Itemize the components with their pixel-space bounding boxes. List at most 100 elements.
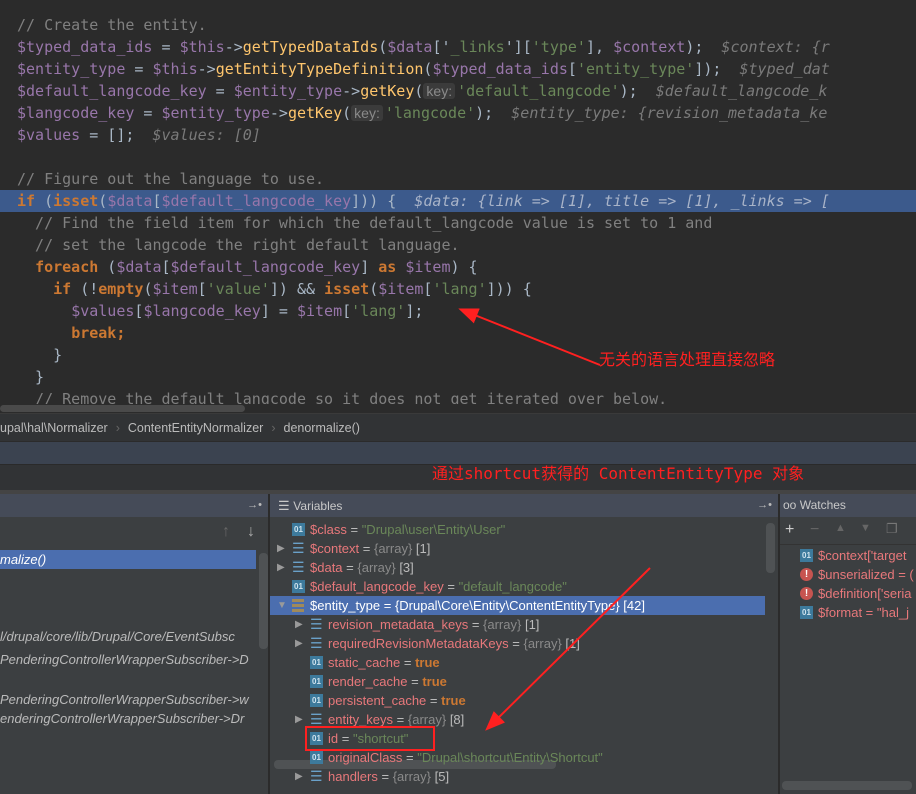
watch-row[interactable]: 01 $context['target [780,546,916,565]
remove-icon[interactable]: − [810,521,819,539]
code-token: $item [296,302,343,320]
equals: = [346,522,362,537]
variable-row[interactable]: 01 originalClass = "Drupal\shortcut\Entit… [270,748,765,767]
code-editor[interactable]: // Create the entity. $typed_data_ids = $… [0,0,916,404]
variable-row[interactable]: ▶ ☰ revision_metadata_keys = {array} [1] [270,615,765,634]
collapsed-arrow-icon[interactable]: ▶ [277,558,285,577]
frame-item[interactable]: l/drupal/core/lib/Drupal/Core/EventSubsc [0,627,256,646]
watches-hscrollbar[interactable] [782,781,912,790]
variable-row[interactable]: 01 id = "shortcut" [270,729,765,748]
code-token: // Remove the default langcode so it doe… [17,390,668,404]
watch-row[interactable]: ! $definition['seria [780,584,916,603]
code-token: ]); [694,60,722,78]
code-line[interactable]: if (isset($data[$default_langcode_key]))… [0,190,916,212]
code-line[interactable]: $default_langcode_key = $entity_type->ge… [0,80,916,102]
variable-name: originalClass [328,750,403,765]
move-up-icon[interactable]: ▲ [835,522,846,534]
code-line[interactable]: $values[$langcode_key] = $item['lang']; [0,300,916,322]
code-line[interactable]: break; [0,322,916,344]
value-icon: 01 [310,656,323,669]
code-line[interactable]: // Figure out the language to use. [0,168,916,190]
code-token: empty [98,280,144,298]
code-token: ); [475,104,494,122]
code-line[interactable] [0,146,916,168]
collapsed-arrow-icon[interactable]: ▶ [295,634,303,653]
variable-row[interactable]: ▶ ☰ $context = {array} [1] [270,539,765,558]
code-token: 'entity_type' [576,60,695,78]
code-token: foreach [35,258,99,276]
collapsed-arrow-icon[interactable]: ▶ [295,710,303,729]
code-line[interactable]: // Find the field item for which the def… [0,212,916,234]
code-line[interactable]: // Remove the default langcode so it doe… [0,388,916,404]
code-token: [' [432,38,451,56]
code-token: = [134,104,162,122]
collapsed-arrow-icon[interactable]: ▶ [295,767,303,786]
code-line[interactable]: // set the langcode the right default la… [0,234,916,256]
variable-row[interactable]: ▼ $entity_type = {Drupal\Core\Entity\Cont… [270,596,765,615]
watch-row[interactable]: 01 $format = "hal_j [780,603,916,622]
arrow-up-icon[interactable]: ↑ [222,523,230,541]
code-line[interactable]: $values = []; $values: [0] [0,124,916,146]
code-token: getEntityTypeDefinition [215,60,424,78]
code-line[interactable]: $langcode_key = $entity_type->getKey(key… [0,102,916,124]
code-line[interactable]: foreach ($data[$default_langcode_key] as… [0,256,916,278]
frames-scrollbar[interactable] [259,553,268,649]
code-line[interactable]: $entity_type = $this->getEntityTypeDefin… [0,58,916,80]
add-icon[interactable]: + [785,521,794,539]
array-icon: ☰ [310,768,323,784]
code-token: = []; [80,126,135,144]
scroll-thumb[interactable] [0,405,245,412]
variable-row[interactable]: 01 $class = "Drupal\user\Entity\User" [270,520,765,539]
pin-icon[interactable]: →• [757,494,772,517]
code-token: -> [224,38,243,56]
move-down-icon[interactable]: ▼ [860,522,871,534]
code-token: = [125,60,153,78]
variable-row[interactable]: ▶ ☰ handlers = {array} [5] [270,767,765,786]
copy-icon[interactable]: ❐ [886,521,898,537]
equals: = [377,769,393,784]
code-token: ]) && [269,280,325,298]
variable-value: true [422,674,447,689]
variable-row[interactable]: ▶ ☰ $data = {array} [3] [270,558,765,577]
code-token: 'lang' [351,302,406,320]
variable-row[interactable]: 01 $default_langcode_key = "default_langc… [270,577,765,596]
breadcrumb-item[interactable]: upal\hal\Normalizer [0,421,108,435]
collapsed-arrow-icon[interactable]: ▶ [277,539,285,558]
variable-name: id [328,731,339,746]
breadcrumb-item[interactable]: denormalize() [284,421,360,435]
pin-icon[interactable]: →• [247,494,262,517]
inline-debug-value: $default_langcode_k [637,82,828,100]
variable-row[interactable]: 01 persistent_cache = true [270,691,765,710]
expanded-arrow-icon[interactable]: ▼ [277,596,287,615]
frame-item[interactable]: malize() [0,550,256,569]
frame-item[interactable]: PenderingControllerWrapperSubscriber->w [0,690,256,709]
breadcrumb-item[interactable]: ContentEntityNormalizer [128,421,263,435]
watches-title: Watches [799,498,846,512]
arrow-down-icon[interactable]: ↓ [247,523,255,541]
watch-expression: $unserialized = ( [818,567,914,582]
variable-row[interactable]: 01 render_cache = true [270,672,765,691]
variable-row[interactable]: 01 static_cache = true [270,653,765,672]
frame-item[interactable]: enderingControllerWrapperSubscriber->Dr [0,709,256,728]
variable-count: [1] [565,636,580,651]
frames-header: →• [0,494,268,517]
variable-row[interactable]: ▶ ☰ requiredRevisionMetadataKeys = {array}… [270,634,765,653]
collapsed-arrow-icon[interactable]: ▶ [295,615,303,634]
variables-scrollbar[interactable] [766,523,775,573]
frame-item[interactable]: PenderingControllerWrapperSubscriber->D [0,650,256,669]
code-line[interactable]: if (!empty($item['value']) && isset($ite… [0,278,916,300]
code-token: $langcode_key [17,104,135,122]
variable-row[interactable]: ▶ ☰ entity_keys = {array} [8] [270,710,765,729]
watch-row[interactable]: ! $unserialized = ( [780,565,916,584]
equals: = [342,560,358,575]
code-line[interactable]: // Create the entity. [0,14,916,36]
code-token: ], [585,38,614,56]
code-token: $this [152,60,198,78]
code-line[interactable]: $typed_data_ids = $this->getTypedDataIds… [0,36,916,58]
watches-panel: + − ▲ ▼ ❐ 01 $context['target! $unserializ… [780,517,916,794]
code-line[interactable]: } [0,366,916,388]
equals: = [338,731,353,746]
code-line[interactable]: } [0,344,916,366]
code-token: break [71,324,117,342]
editor-horizontal-scrollbar[interactable] [0,404,916,413]
